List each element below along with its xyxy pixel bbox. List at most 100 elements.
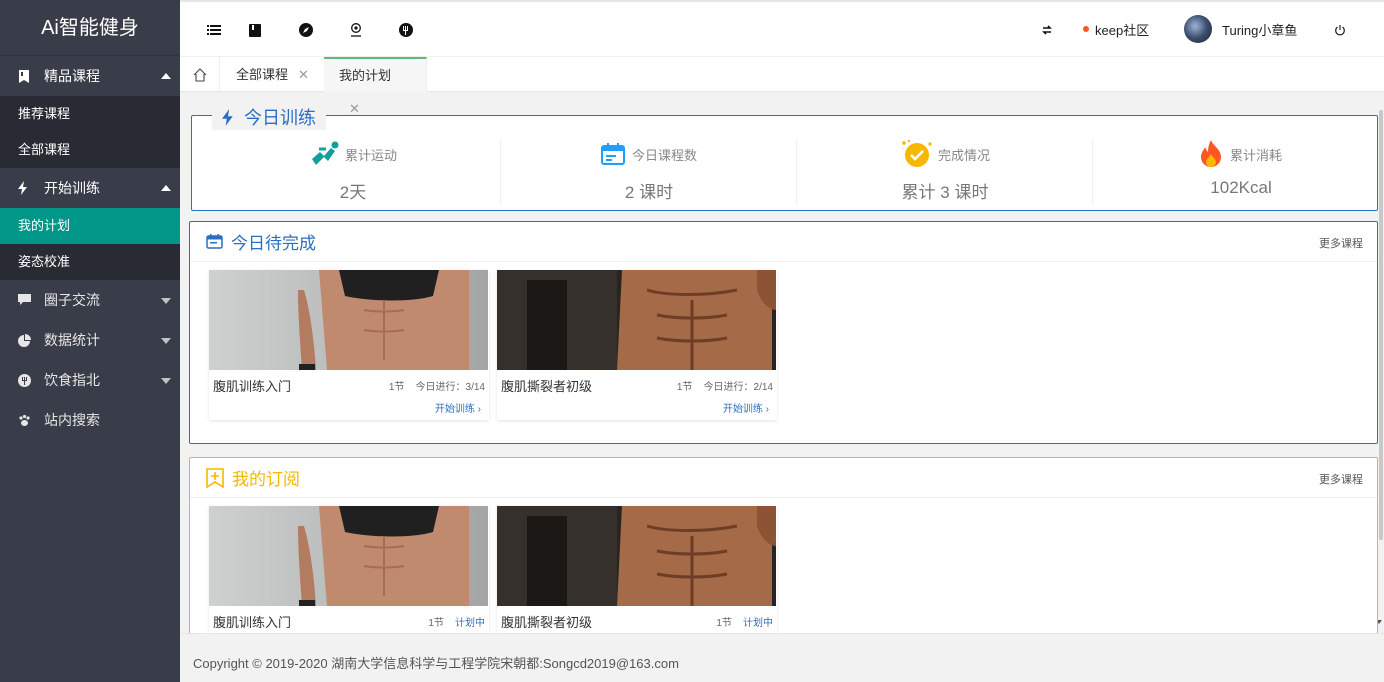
- course-sections: 1节: [428, 617, 444, 629]
- course-progress: 今日进行：2/14: [703, 381, 773, 393]
- stat-value: 2 课时: [624, 183, 674, 202]
- course-card[interactable]: 腹肌撕裂者初级 1节 计划中: [497, 506, 777, 633]
- footer: Copyright © 2019-2020 湖南大学信息科学与工程学院宋朝都:S…: [180, 633, 1384, 682]
- nav-group-label: 站内搜索: [44, 412, 100, 428]
- course-sections: 1节: [388, 381, 405, 393]
- course-title: 腹肌训练入门: [213, 378, 292, 394]
- nav-group-statistics[interactable]: 数据统计: [0, 320, 180, 360]
- bookmark-icon: [18, 69, 44, 83]
- stat-today-courses: 今日课程数 2 课时: [501, 140, 797, 204]
- panel-title-text: 今日训练: [244, 108, 316, 128]
- course-card[interactable]: 腹肌训练入门 1节 今日进行：3/14 开始训练 ›: [209, 270, 489, 420]
- start-training-link[interactable]: 开始训练 ›: [497, 400, 777, 415]
- lightning-icon: [18, 181, 44, 195]
- course-title: 腹肌撕裂者初级: [501, 378, 593, 394]
- caret-up-icon: [161, 185, 171, 191]
- tab-bar: 全部课程 ✕ 我的计划✕: [180, 56, 1384, 116]
- running-icon: [309, 141, 341, 167]
- copyright-text: Copyright © 2019-2020 湖南大学信息科学与工程学院宋朝都:S…: [193, 656, 679, 671]
- bookmark-icon[interactable]: [245, 20, 265, 40]
- nav-group-label: 圈子交流: [44, 292, 100, 308]
- course-progress: 今日进行：3/14: [415, 381, 485, 393]
- pie-chart-icon: [18, 333, 44, 347]
- fork-icon: [18, 373, 44, 387]
- sidebar-item-all-courses[interactable]: 全部课程: [0, 132, 180, 168]
- caret-up-icon: [161, 73, 171, 79]
- course-sections: 1节: [716, 617, 732, 629]
- close-icon[interactable]: ✕: [298, 67, 309, 82]
- card-title: 我的订阅: [232, 470, 300, 489]
- community-link[interactable]: keep社区: [1083, 2, 1149, 56]
- course-image-abs-female: [209, 270, 488, 370]
- course-status: 计划中: [455, 617, 485, 629]
- nav-group-search[interactable]: 站内搜索: [0, 400, 180, 440]
- stat-label: 完成情况: [937, 147, 990, 163]
- course-card[interactable]: 腹肌训练入门 1节 计划中: [209, 506, 489, 633]
- sidebar-item-recommended[interactable]: 推荐课程: [0, 96, 180, 132]
- nav-group-label: 开始训练: [44, 180, 100, 196]
- submenu-premium: 推荐课程 全部课程: [0, 96, 180, 168]
- avatar: [1184, 15, 1212, 43]
- nav-group-premium-courses[interactable]: 精品课程: [0, 56, 180, 96]
- sidebar-item-my-plan[interactable]: 我的计划: [0, 208, 180, 244]
- menu-icon[interactable]: [204, 20, 224, 40]
- tab-label: 我的计划: [339, 68, 392, 83]
- app-logo[interactable]: Ai智能健身: [0, 0, 180, 56]
- card-title: 今日待完成: [231, 234, 316, 253]
- fork-icon[interactable]: [396, 20, 416, 40]
- more-courses-link[interactable]: 更多课程: [1319, 471, 1363, 487]
- course-card[interactable]: 腹肌撕裂者初级 1节 今日进行：2/14 开始训练 ›: [497, 270, 777, 420]
- today-training-panel: 今日训练 累计运动 2天 今日课程数 2 课时 完成情况 累计 3 课时 累计消…: [191, 104, 1378, 211]
- stat-value: 累计 3 课时: [901, 183, 989, 202]
- nav-group-community[interactable]: 圈子交流: [0, 280, 180, 320]
- flame-icon: [1200, 140, 1222, 168]
- user-menu[interactable]: Turing小章鱼: [1184, 2, 1297, 56]
- caret-down-icon: [161, 378, 171, 384]
- compass-icon[interactable]: [296, 20, 316, 40]
- start-training-link[interactable]: 开始训练 ›: [209, 400, 489, 415]
- location-icon[interactable]: [346, 20, 366, 40]
- tab-all-courses[interactable]: 全部课程 ✕: [221, 57, 325, 92]
- home-icon[interactable]: [180, 57, 220, 92]
- stat-label: 今日课程数: [631, 147, 697, 163]
- stat-value: 2天: [339, 183, 367, 202]
- nav-group-diet[interactable]: 饮食指北: [0, 360, 180, 400]
- todo-card-header: 今日待完成 更多课程: [190, 222, 1377, 262]
- course-status: 计划中: [743, 617, 773, 629]
- nav-group-start-training[interactable]: 开始训练: [0, 168, 180, 208]
- lightning-icon: [222, 108, 234, 126]
- course-sections: 1节: [676, 381, 693, 393]
- more-courses-link[interactable]: 更多课程: [1319, 235, 1363, 251]
- calendar-icon: [600, 143, 625, 165]
- caret-down-icon: [161, 298, 171, 304]
- sidebar-item-pose-calibration[interactable]: 姿态校准: [0, 244, 180, 280]
- tab-my-plan[interactable]: 我的计划✕: [324, 57, 427, 116]
- stat-value: 102Kcal: [1210, 178, 1272, 197]
- power-icon[interactable]: [1330, 20, 1350, 40]
- username: Turing小章鱼: [1222, 22, 1298, 38]
- refresh-icon[interactable]: [1037, 20, 1057, 40]
- stat-completion: 完成情况 累计 3 课时: [797, 139, 1093, 204]
- main-content: 今日训练 累计运动 2天 今日课程数 2 课时 完成情况 累计 3 课时 累计消…: [180, 92, 1384, 633]
- stat-label: 累计消耗: [1229, 147, 1282, 163]
- calendar-icon: [206, 234, 223, 249]
- course-image-abs-male: [497, 506, 776, 606]
- stat-label: 累计运动: [344, 147, 397, 163]
- chat-icon: [18, 294, 44, 306]
- subscribed-card-header: 我的订阅 更多课程: [190, 458, 1377, 498]
- course-meta: 1节 今日进行：2/14: [677, 378, 773, 393]
- course-title: 腹肌训练入门: [213, 614, 292, 630]
- nav-group-label: 精品课程: [44, 68, 100, 84]
- course-image-abs-male: [497, 270, 776, 370]
- course-meta: 1节 计划中: [716, 614, 773, 629]
- stat-exercise-days: 累计运动 2天: [205, 140, 501, 204]
- nav-group-label: 饮食指北: [44, 372, 100, 388]
- course-meta: 1节 今日进行：3/14: [389, 378, 485, 393]
- notification-dot: [1083, 26, 1089, 32]
- course-image-abs-female: [209, 506, 488, 606]
- add-bookmark-icon: [206, 467, 224, 488]
- caret-down-icon: [161, 338, 171, 344]
- stat-calories: 累计消耗 102Kcal: [1093, 140, 1384, 202]
- sidebar: Ai智能健身 精品课程 推荐课程 全部课程 开始训练 我的计划 姿态校准 圈子交…: [0, 0, 180, 682]
- submenu-training: 我的计划 姿态校准: [0, 208, 180, 280]
